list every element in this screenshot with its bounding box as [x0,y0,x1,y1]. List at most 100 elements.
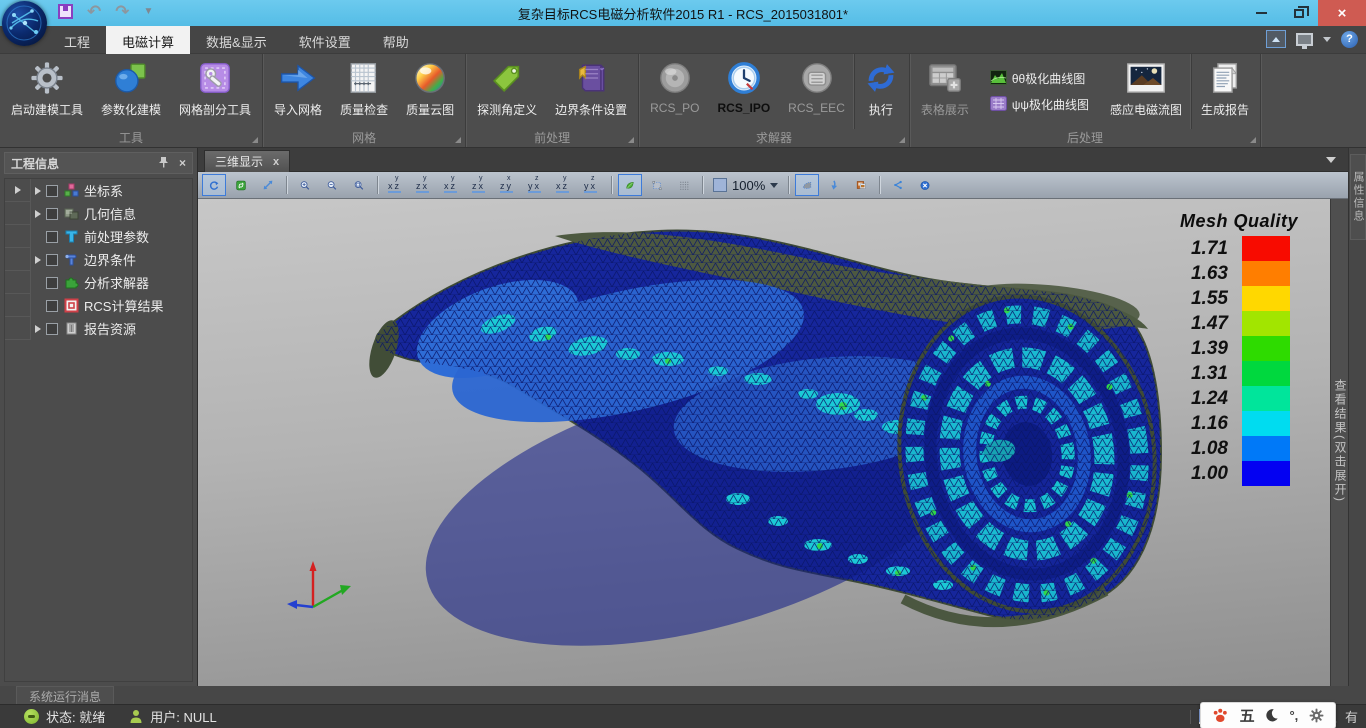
wireframe-render-button[interactable] [645,174,669,196]
boundary-condition-button[interactable]: 边界条件设置 [546,54,636,129]
axis-view-button-5[interactable]: xzy [496,174,521,196]
property-info-tab[interactable]: 属性信息 [1350,154,1366,240]
share-flow-button[interactable] [886,174,910,196]
checkbox[interactable] [46,277,58,289]
tab-close-icon[interactable]: x [273,156,279,168]
expand-arrow-icon[interactable] [35,210,41,218]
checkbox[interactable] [46,185,58,197]
row-header[interactable] [5,271,31,294]
shaded-render-button[interactable] [618,174,642,196]
tab-3d-display[interactable]: 三维显示 x [204,150,290,172]
ime-moon-icon[interactable] [1265,708,1279,722]
axis-view-button-2[interactable]: yzx [412,174,437,196]
zoom-out-button[interactable] [320,174,344,196]
quality-check-button[interactable]: 质量检查 [331,54,397,129]
axis-view-button-1[interactable]: yxz [384,174,409,196]
import-mesh-button[interactable]: 导入网格 [265,54,331,129]
save-view-button[interactable] [822,174,846,196]
quality-cloud-button[interactable]: 质量云图 [397,54,463,129]
tab-software-settings[interactable]: 软件设置 [283,26,367,54]
launch-modeling-tool-button[interactable]: 启动建模工具 [2,54,92,129]
axis-view-button-4[interactable]: yzx [468,174,493,196]
row-header[interactable] [5,248,31,271]
induced-current-map-button[interactable]: 感应电磁流图 [1101,54,1191,129]
zoom-in-button[interactable] [293,174,317,196]
app-logo[interactable] [2,1,47,46]
expand-arrow-icon[interactable] [35,325,41,333]
pan-zoom-arrow-button[interactable] [256,174,280,196]
row-header[interactable] [5,317,31,340]
tree-item-analysis-solver[interactable]: 分析求解器 [31,271,192,294]
zoom-fit-button[interactable] [347,174,371,196]
theta-polar-chart-button[interactable]: θθ极化曲线图 [984,69,1095,89]
checkbox[interactable] [46,323,58,335]
tab-data-display[interactable]: 数据&显示 [190,26,283,54]
checkbox[interactable] [46,254,58,266]
rcs-po-button[interactable]: RCS_PO [641,54,708,129]
zoom-percent-control[interactable]: 100% [709,178,782,193]
tree-item-report-resources[interactable]: 报告资源 [31,317,192,340]
row-header[interactable] [5,294,31,317]
clear-view-button[interactable] [913,174,937,196]
refresh-view-button[interactable] [229,174,253,196]
viewport-3d[interactable]: Mesh Quality 1.71 1.63 1.55 1.47 1.39 1.… [198,199,1330,686]
pin-icon[interactable] [158,156,169,171]
help-icon[interactable]: ? [1341,31,1358,48]
axis-view-button-7[interactable]: yxz [552,174,577,196]
tree-item-coordinate-system[interactable]: 坐标系 [31,179,192,202]
tree-item-rcs-results[interactable]: RCS计算结果 [31,294,192,317]
row-header[interactable] [5,202,31,225]
row-header[interactable] [5,225,31,248]
close-button[interactable]: × [1318,0,1366,26]
tab-help[interactable]: 帮助 [367,26,425,54]
expand-arrow-icon[interactable] [35,256,41,264]
tab-project[interactable]: 工程 [48,26,106,54]
run-refresh-icon [864,59,898,97]
ime-wubi-mode[interactable]: 五 [1240,705,1255,726]
points-render-button[interactable] [672,174,696,196]
system-message-tab[interactable]: 系统运行消息 [16,686,114,704]
snapshot-button[interactable] [795,174,819,196]
ime-toolbar[interactable]: 五 °, [1200,702,1336,728]
ime-paw-icon[interactable] [1212,708,1229,723]
parametric-modeling-button[interactable]: 参数化建模 [92,54,170,129]
panel-close-icon[interactable]: × [179,156,186,170]
tree-item-geometry-info[interactable]: 几何信息 [31,202,192,225]
rotate-view-button[interactable] [202,174,226,196]
axis-view-button-6[interactable]: zyx [524,174,549,196]
axis-view-button-3[interactable]: yxz [440,174,465,196]
zoom-out-icon [327,177,337,194]
checkbox[interactable] [46,231,58,243]
legend-title: Mesh Quality [1180,211,1298,232]
checkbox[interactable] [46,208,58,220]
tree-item-preprocess-params[interactable]: 前处理参数 [31,225,192,248]
generate-report-button[interactable]: 生成报告 [1191,54,1258,129]
meshing-tool-button[interactable]: 网格剖分工具 [170,54,260,129]
minimize-button[interactable] [1242,0,1280,26]
rcs-ipo-button[interactable]: RCS_IPO [708,54,779,129]
ime-settings-gear-icon[interactable] [1309,708,1324,723]
row-header-expander[interactable] [5,179,31,202]
tab-list-caret-icon[interactable] [1326,157,1336,163]
expand-arrow-icon[interactable] [35,187,41,195]
rcs-eec-button[interactable]: RCS_EEC [779,54,854,129]
collapse-ribbon-button[interactable] [1266,30,1286,48]
probe-angle-button[interactable]: 探测角定义 [468,54,546,129]
tree-item-boundary-conditions[interactable]: 边界条件 [31,248,192,271]
execute-button[interactable]: 执行 [854,54,907,129]
status-item: 状态: 就绪 [24,707,105,726]
user-icon [129,709,143,724]
tab-em-computation[interactable]: 电磁计算 [106,26,190,54]
psi-polar-chart-button[interactable]: ψψ极化曲线图 [984,95,1095,115]
restore-button[interactable] [1280,0,1318,26]
axis-view-button-8[interactable]: zyx [580,174,605,196]
dropdown-caret-icon[interactable] [1323,37,1331,42]
display-style-icon[interactable] [1296,33,1313,46]
user-text: 用户: NULL [150,707,216,726]
export-image-button[interactable] [849,174,873,196]
menu-right-controls: ? [1266,30,1358,48]
results-side-strip[interactable]: 查看结果(双击展开) [1330,199,1348,686]
checkbox[interactable] [46,300,58,312]
table-display-button[interactable]: 表格展示 [912,54,978,129]
ime-punctuation[interactable]: °, [1289,708,1298,723]
